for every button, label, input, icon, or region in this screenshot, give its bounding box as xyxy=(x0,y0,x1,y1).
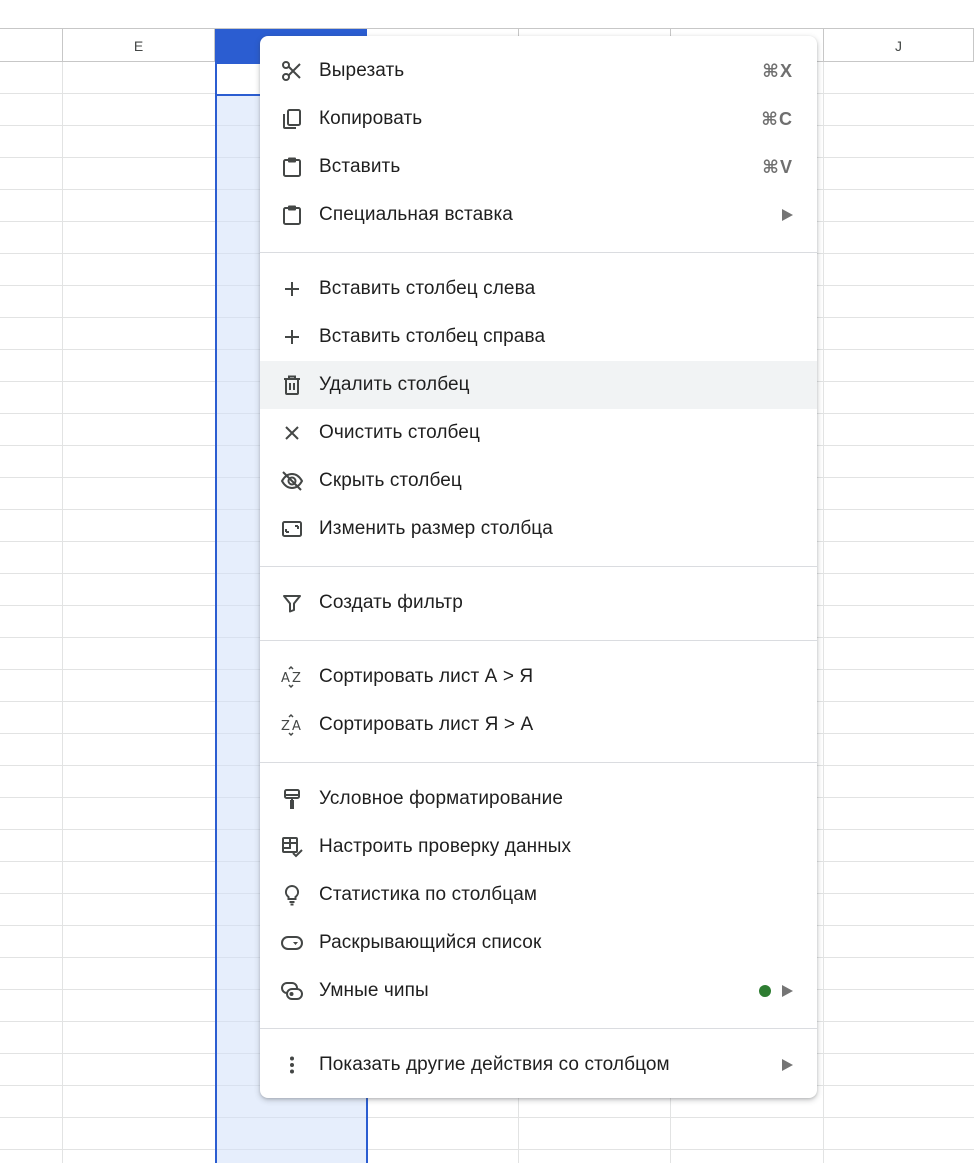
submenu-arrow-icon xyxy=(782,209,793,221)
menu-item-more-column-actions[interactable]: Показать другие действия со столбцом xyxy=(260,1041,817,1089)
svg-text:A: A xyxy=(292,719,301,734)
menu-item-label: Раскрывающийся список xyxy=(319,932,542,953)
menu-item-label: Удалить столбец xyxy=(319,374,470,395)
menu-item-create-filter[interactable]: Создать фильтр xyxy=(260,579,817,627)
menu-item-clear-column[interactable]: Очистить столбец xyxy=(260,409,817,457)
menu-item-insert-column-right[interactable]: Вставить столбец справа xyxy=(260,313,817,361)
menu-item-label: Показать другие действия со столбцом xyxy=(319,1054,670,1075)
shortcut-label: ⌘C xyxy=(761,109,793,129)
menu-item-sort-a-z[interactable]: AZ Сортировать лист А > Я xyxy=(260,653,817,701)
scissors-icon xyxy=(279,59,305,83)
menu-item-copy[interactable]: Копировать ⌘C xyxy=(260,95,817,143)
copy-icon xyxy=(279,107,305,131)
paint-roller-icon xyxy=(279,787,305,811)
menu-item-label: Создать фильтр xyxy=(319,592,463,613)
menu-item-label: Сортировать лист Я > А xyxy=(319,714,534,735)
menu-item-paste[interactable]: Вставить ⌘V xyxy=(260,143,817,191)
more-vert-icon xyxy=(279,1053,305,1077)
menu-item-label: Вырезать xyxy=(319,60,405,81)
spreadsheet: E J Вырезать ⌘X Копировать ⌘C Вставить ⌘… xyxy=(0,0,974,1163)
close-icon xyxy=(279,421,305,445)
submenu-arrow-icon xyxy=(782,1059,793,1071)
menu-item-label: Специальная вставка xyxy=(319,204,513,225)
column-header-e[interactable]: E xyxy=(63,29,215,62)
menu-item-column-stats[interactable]: Статистика по столбцам xyxy=(260,871,817,919)
column-header-j[interactable]: J xyxy=(824,29,974,62)
column-context-menu: Вырезать ⌘X Копировать ⌘C Вставить ⌘V Сп… xyxy=(260,36,817,1098)
menu-item-dropdown[interactable]: Раскрывающийся список xyxy=(260,919,817,967)
svg-text:A: A xyxy=(281,671,290,686)
menu-item-label: Настроить проверку данных xyxy=(319,836,572,857)
menu-item-resize-column[interactable]: Изменить размер столбца xyxy=(260,505,817,553)
submenu-arrow-icon xyxy=(782,985,793,997)
grid-line xyxy=(62,62,63,1163)
menu-item-label: Очистить столбец xyxy=(319,422,480,443)
trash-icon xyxy=(279,373,305,397)
shortcut-label: ⌘X xyxy=(762,61,793,81)
menu-item-label: Копировать xyxy=(319,108,423,129)
dropdown-chip-icon xyxy=(279,931,305,955)
menu-item-data-validation[interactable]: Настроить проверку данных xyxy=(260,823,817,871)
menu-item-conditional-formatting[interactable]: Условное форматирование xyxy=(260,775,817,823)
menu-item-label: Сортировать лист А > Я xyxy=(319,666,534,687)
menu-item-paste-special[interactable]: Специальная вставка xyxy=(260,191,817,239)
menu-divider xyxy=(260,566,817,567)
menu-divider xyxy=(260,640,817,641)
menu-divider xyxy=(260,252,817,253)
menu-item-label: Вставить xyxy=(319,156,401,177)
clipboard-icon xyxy=(279,203,305,227)
sort-az-icon: AZ xyxy=(279,665,305,689)
menu-divider xyxy=(260,1028,817,1029)
menu-item-label: Скрыть столбец xyxy=(319,470,462,491)
menu-item-hide-column[interactable]: Скрыть столбец xyxy=(260,457,817,505)
menu-item-sort-z-a[interactable]: ZA Сортировать лист Я > А xyxy=(260,701,817,749)
svg-text:Z: Z xyxy=(281,719,290,734)
menu-item-delete-column[interactable]: Удалить столбец xyxy=(260,361,817,409)
menu-item-label: Статистика по столбцам xyxy=(319,884,538,905)
plus-icon xyxy=(279,277,305,301)
menu-item-insert-column-left[interactable]: Вставить столбец слева xyxy=(260,265,817,313)
filter-icon xyxy=(279,591,305,615)
menu-item-label: Вставить столбец справа xyxy=(319,326,546,347)
shortcut-label: ⌘V xyxy=(762,157,793,177)
menu-item-label: Условное форматирование xyxy=(319,788,564,809)
menu-divider xyxy=(260,762,817,763)
eye-off-icon xyxy=(279,469,305,493)
svg-text:Z: Z xyxy=(292,671,301,686)
data-validation-icon xyxy=(279,835,305,859)
lightbulb-icon xyxy=(279,883,305,907)
plus-icon xyxy=(279,325,305,349)
smart-chip-icon xyxy=(279,979,305,1003)
menu-item-label: Изменить размер столбца xyxy=(319,518,553,539)
clipboard-icon xyxy=(279,155,305,179)
grid-line xyxy=(823,62,824,1163)
column-header-d[interactable] xyxy=(0,29,63,62)
menu-item-smart-chips[interactable]: Умные чипы xyxy=(260,967,817,1015)
menu-item-label: Умные чипы xyxy=(319,980,429,1001)
menu-item-label: Вставить столбец слева xyxy=(319,278,536,299)
resize-icon xyxy=(279,517,305,541)
menu-item-cut[interactable]: Вырезать ⌘X xyxy=(260,47,817,95)
sort-za-icon: ZA xyxy=(279,713,305,737)
new-badge-dot xyxy=(759,985,771,997)
